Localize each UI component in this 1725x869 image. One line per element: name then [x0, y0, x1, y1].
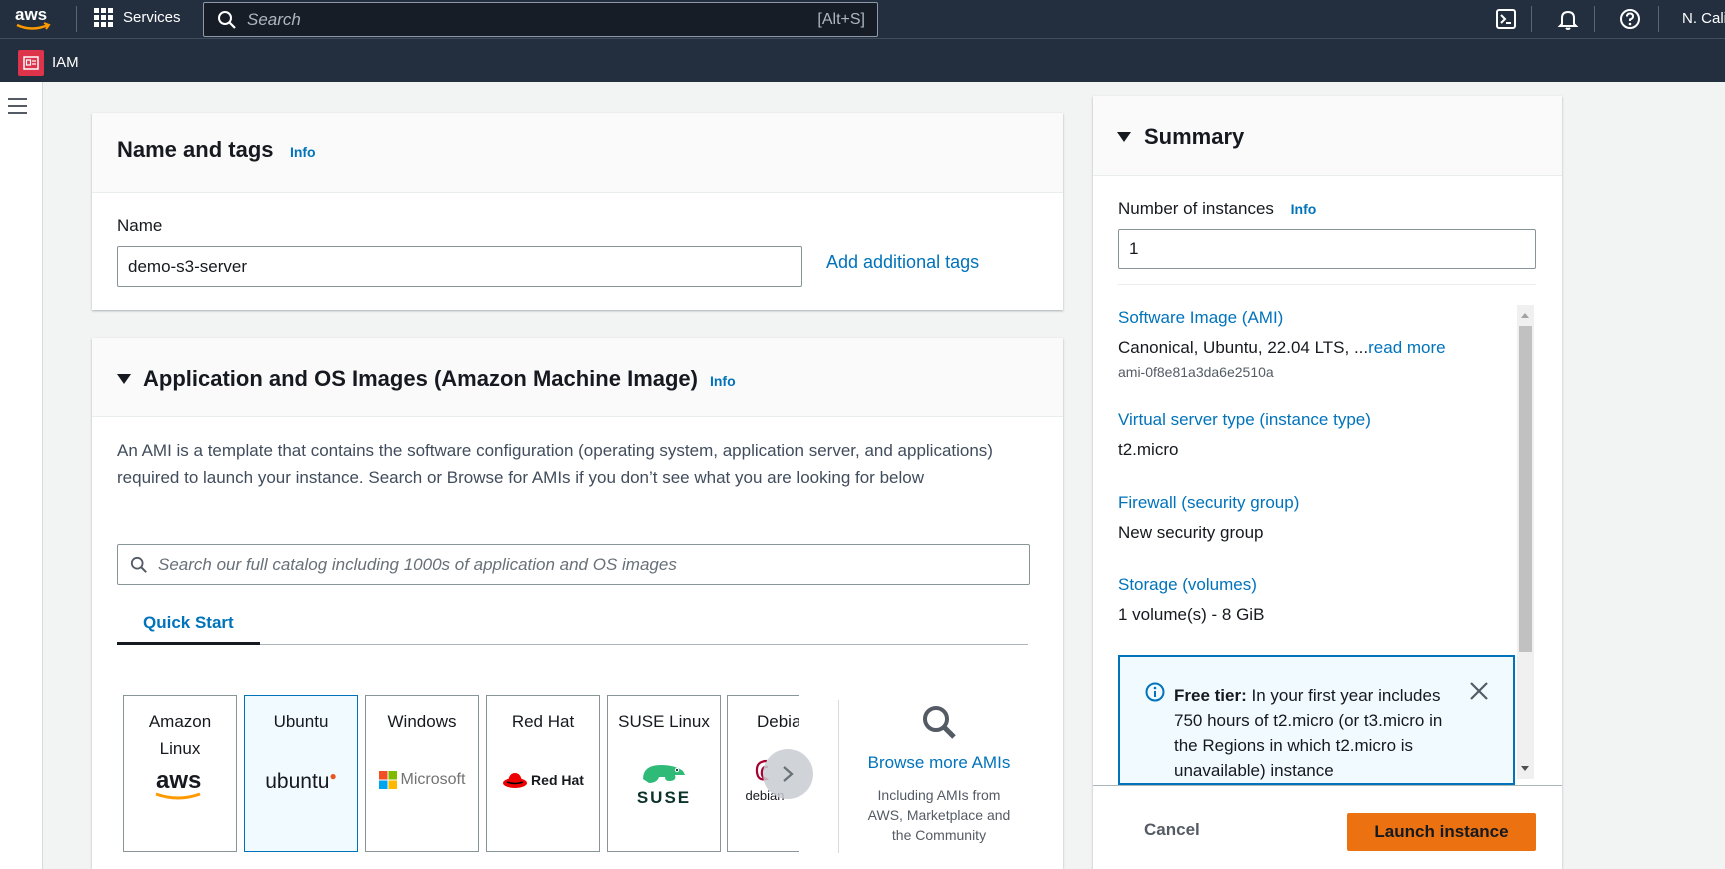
scroll-up-arrow-icon[interactable] [1520, 311, 1530, 319]
storage-value: 1 volume(s) - 8 GiB [1118, 605, 1265, 624]
free-tier-message: Free tier: In your first year includes 7… [1174, 686, 1443, 780]
scrollbar-thumb[interactable] [1519, 326, 1532, 652]
section-title: Application and OS Images (Amazon Machin… [143, 365, 698, 391]
nav-divider [1594, 6, 1595, 32]
global-search-input[interactable]: Search [Alt+S] [203, 2, 878, 37]
free-tier-alert: Free tier: In your first year includes 7… [1118, 655, 1515, 785]
active-tab-indicator [117, 642, 260, 645]
name-input[interactable]: demo-s3-server [117, 246, 802, 287]
menu-icon[interactable] [8, 98, 27, 114]
ami-search-input[interactable]: Search our full catalog including 1000s … [117, 544, 1030, 585]
cancel-button[interactable]: Cancel [1144, 820, 1200, 840]
info-link[interactable]: Info [1291, 201, 1317, 217]
instance-type-link[interactable]: Virtual server type (instance type) [1118, 410, 1371, 430]
search-icon [130, 556, 147, 573]
scroll-down-arrow-icon[interactable] [1520, 765, 1530, 773]
search-icon [923, 706, 956, 739]
section-title: Name and tags [117, 137, 274, 162]
browse-more-amis-link[interactable]: Browse more AMIs [860, 753, 1018, 773]
search-shortcut: [Alt+S] [817, 10, 865, 28]
number-of-instances-input[interactable]: 1 [1118, 229, 1536, 269]
ami-id: ami-0f8e81a3da6e2510a [1118, 364, 1274, 380]
firewall-link[interactable]: Firewall (security group) [1118, 493, 1299, 513]
bell-icon[interactable] [1557, 8, 1579, 30]
windows-icon [378, 771, 397, 789]
tile-name: Debia [757, 712, 799, 731]
svg-text:aws: aws [15, 5, 47, 24]
collapse-caret-icon[interactable] [1117, 131, 1131, 142]
search-placeholder: Search [247, 9, 301, 29]
software-image-link[interactable]: Software Image (AMI) [1118, 308, 1283, 328]
nav-divider [76, 6, 77, 32]
service-shortcut-bar: IAM [0, 38, 1725, 82]
storage-link[interactable]: Storage (volumes) [1118, 575, 1257, 595]
read-more-link[interactable]: read more [1368, 338, 1445, 357]
microsoft-logo: Microsoft [366, 771, 478, 789]
cloudshell-icon[interactable] [1495, 8, 1517, 30]
chameleon-icon [643, 765, 685, 783]
services-menu-button[interactable]: Services [94, 8, 181, 27]
launch-instance-button[interactable]: Launch instance [1347, 813, 1536, 851]
aws-logo[interactable]: aws [14, 4, 54, 34]
tab-quick-start[interactable]: Quick Start [143, 613, 234, 633]
nav-divider [1658, 6, 1659, 32]
info-link[interactable]: Info [290, 144, 316, 160]
tiles-divider [838, 700, 839, 853]
region-selector[interactable]: N. Cali [1682, 10, 1725, 27]
name-label: Name [117, 216, 163, 235]
tile-name: Ubuntu [273, 712, 329, 731]
grid-icon [94, 8, 113, 27]
nav-divider [1531, 6, 1532, 32]
panel-header: Name and tags Info [92, 113, 1063, 193]
side-navigation-rail [0, 82, 43, 869]
suse-logo: SUSE [608, 759, 720, 808]
panel-header: Application and OS Images (Amazon Machin… [92, 338, 1063, 417]
instance-type-value: t2.micro [1118, 440, 1179, 459]
tile-name: Windows [387, 712, 457, 731]
ami-search-placeholder: Search our full catalog including 1000s … [158, 554, 677, 574]
svg-text:aws: aws [156, 767, 201, 794]
ami-description: An AMI is a template that contains the s… [117, 441, 993, 487]
tile-name: Red Hat [511, 712, 575, 731]
tile-name: Amazon Linux [148, 712, 212, 758]
firewall-value: New security group [1118, 523, 1264, 542]
search-icon [218, 10, 236, 29]
help-icon[interactable] [1619, 8, 1641, 30]
info-link[interactable]: Info [710, 373, 736, 389]
number-of-instances-label: Number of instances Info [1118, 199, 1317, 218]
panel-header: Summary [1093, 96, 1562, 176]
chevron-right-icon [783, 766, 794, 782]
ami-tabs: Quick Start [117, 613, 1028, 645]
services-label: Services [123, 9, 181, 26]
carousel-next-button[interactable] [763, 749, 813, 799]
section-title: Summary [1144, 123, 1245, 149]
iam-shortcut-label[interactable]: IAM [52, 54, 79, 71]
ubuntu-logo: ubuntu● [265, 769, 337, 793]
divider [1118, 284, 1536, 285]
name-and-tags-panel: Name and tags Info Name demo-s3-server A… [92, 113, 1063, 310]
collapse-caret-icon[interactable] [117, 373, 131, 384]
software-image-value: Canonical, Ubuntu, 22.04 LTS, ...read mo… [1118, 338, 1446, 357]
tile-name: SUSE Linux [618, 712, 710, 731]
aws-logo: aws [155, 767, 201, 800]
red-hat-logo: Red Hat [487, 771, 599, 789]
id-card-icon [23, 56, 39, 70]
browse-more-amis: Browse more AMIs Including AMIs from AWS… [860, 702, 1018, 845]
info-circle-icon [1145, 682, 1165, 702]
ami-tile-red-hat[interactable]: Red Hat Red Hat [486, 695, 600, 852]
iam-service-icon[interactable] [18, 50, 44, 76]
top-navigation: aws Services Search [Alt+S] N. Cali [0, 0, 1725, 38]
ami-tile-suse-linux[interactable]: SUSE Linux SUSE [607, 695, 721, 852]
close-icon[interactable] [1469, 681, 1489, 701]
ami-tile-amazon-linux[interactable]: Amazon Linux aws [123, 695, 237, 852]
ami-tile-ubuntu[interactable]: Ubuntu ubuntu● [244, 695, 358, 852]
browse-more-amis-subtext: Including AMIs from AWS, Marketplace and… [867, 787, 1011, 843]
red-hat-icon [503, 773, 528, 788]
ami-tile-windows[interactable]: Windows Microsoft [365, 695, 479, 852]
add-additional-tags-link[interactable]: Add additional tags [826, 252, 979, 273]
footer-divider [1093, 785, 1562, 786]
